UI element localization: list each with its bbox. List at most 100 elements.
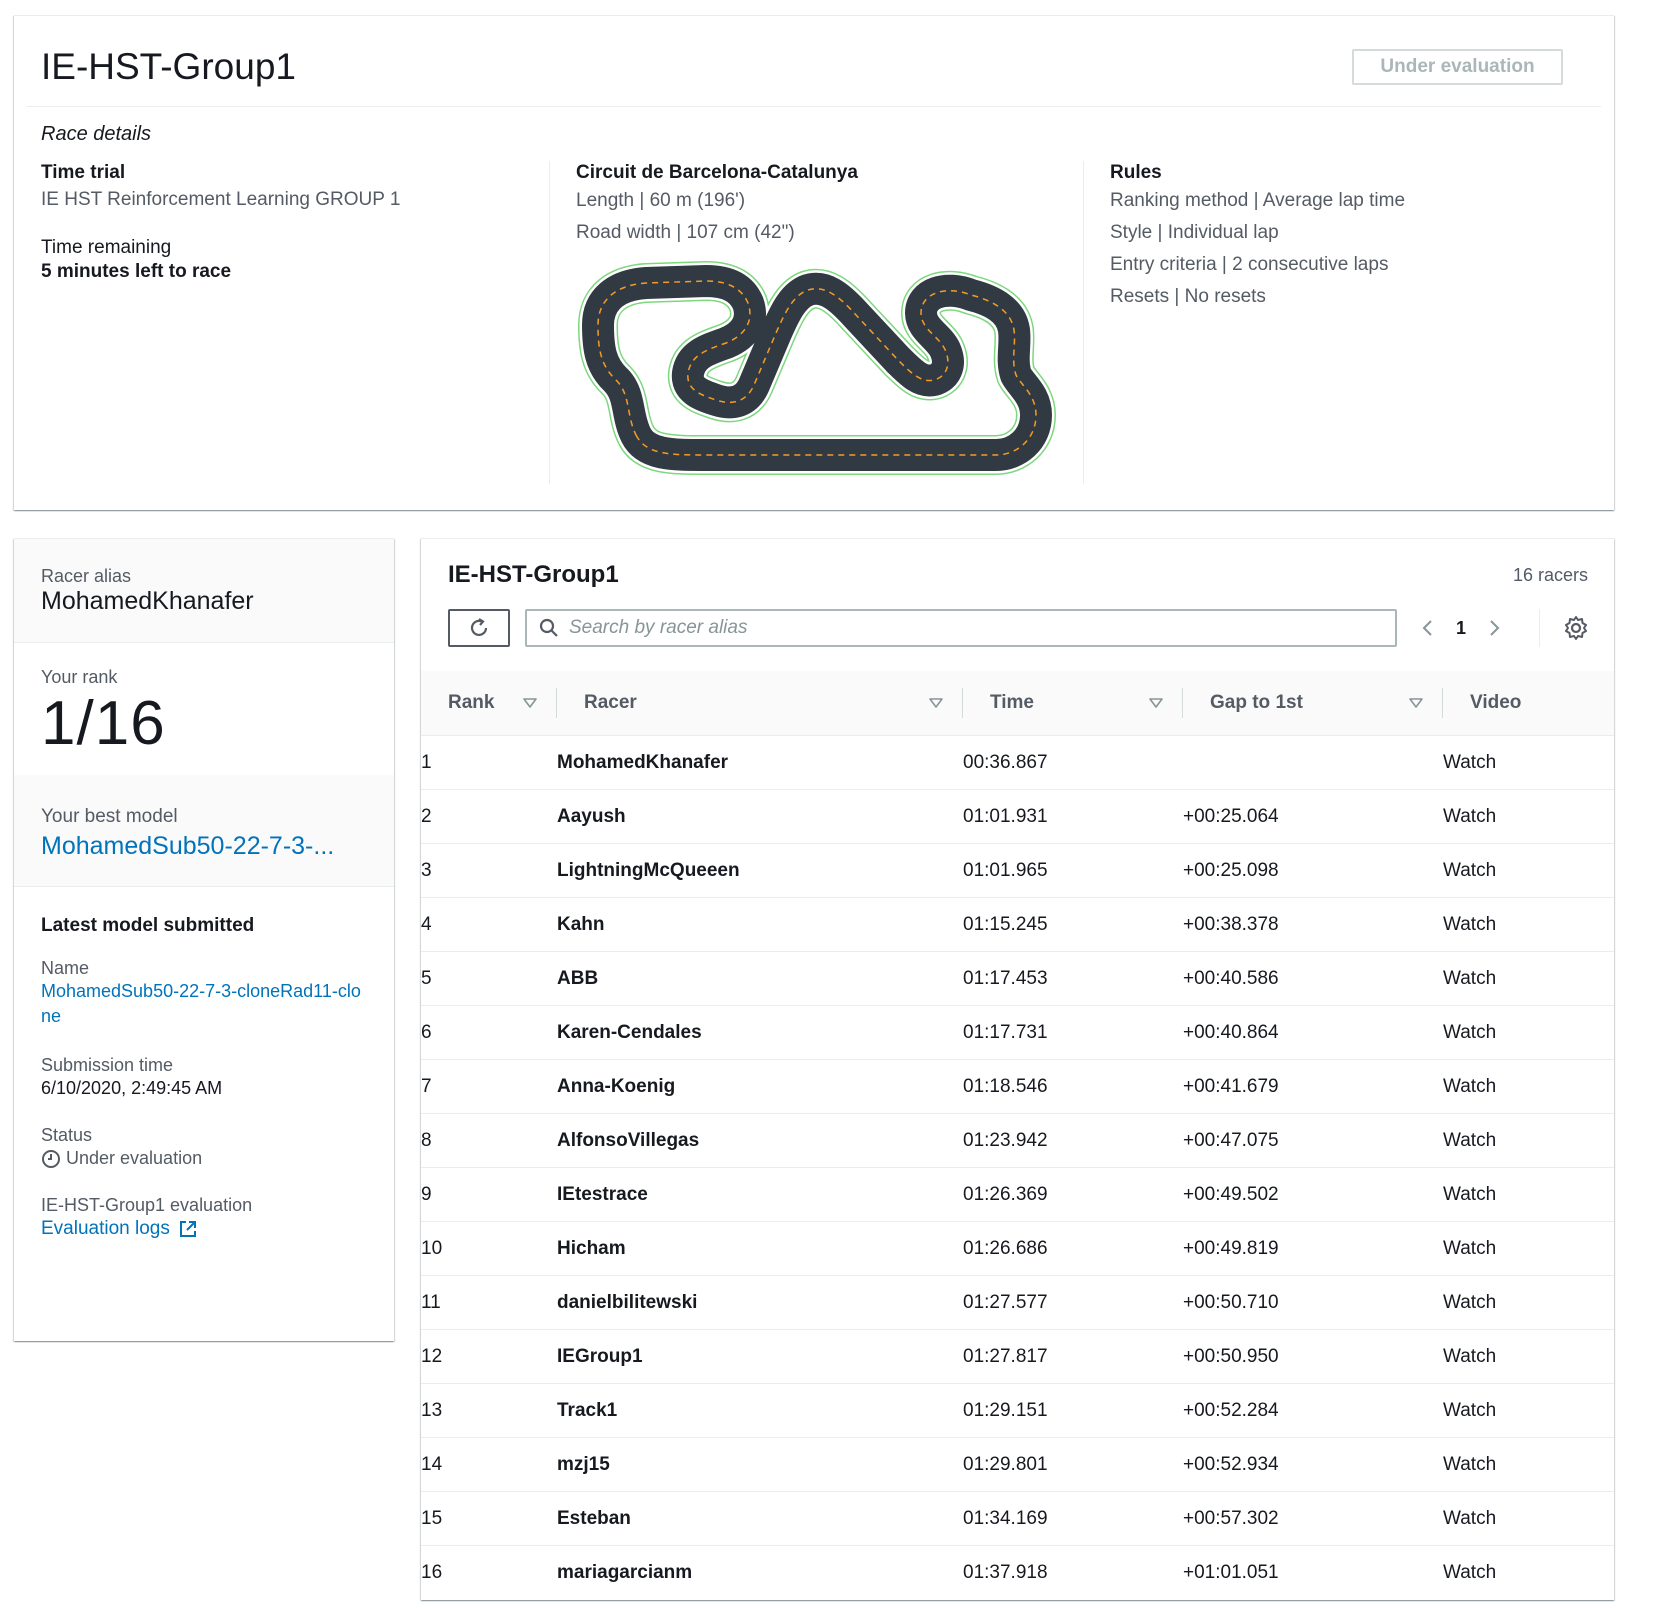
evaluation-label: IE-HST-Group1 evaluation xyxy=(41,1195,253,1215)
rank-cell: 10 xyxy=(421,1221,557,1276)
watch-link[interactable]: Watch xyxy=(1443,1546,1614,1600)
watch-link[interactable]: Watch xyxy=(1443,1437,1614,1492)
watch-link[interactable]: Watch xyxy=(1443,1329,1614,1384)
gap-cell: +00:50.710 xyxy=(1183,1275,1443,1330)
gap-cell: +00:25.098 xyxy=(1183,843,1443,898)
table-row: 6 Karen-Cendales 01:17.731 +00:40.864 Watch xyxy=(421,1005,1614,1060)
column-divider xyxy=(1083,161,1084,484)
table-row: 4 Kahn 01:15.245 +00:38.378 Watch xyxy=(421,897,1614,952)
watch-link[interactable]: Watch xyxy=(1443,1491,1614,1546)
track-map-image xyxy=(578,261,1056,475)
racer-alias-label: Racer alias xyxy=(41,566,132,586)
time-cell: 01:01.965 xyxy=(963,843,1183,898)
search-icon xyxy=(539,618,558,637)
watch-link[interactable]: Watch xyxy=(1443,843,1614,898)
chevron-right-icon[interactable] xyxy=(1483,617,1505,639)
watch-link[interactable]: Watch xyxy=(1443,951,1614,1006)
column-divider xyxy=(549,161,550,484)
watch-link[interactable]: Watch xyxy=(1443,1221,1614,1276)
racer-alias-block: Racer alias MohamedKhanafer xyxy=(14,539,394,642)
table-row: 7 Anna-Koenig 01:18.546 +00:41.679 Watch xyxy=(421,1059,1614,1114)
watch-link[interactable]: Watch xyxy=(1443,897,1614,952)
table-row: 13 Track1 01:29.151 +00:52.284 Watch xyxy=(421,1383,1614,1438)
under-evaluation-button[interactable]: Under evaluation xyxy=(1352,49,1563,85)
watch-link[interactable]: Watch xyxy=(1443,1167,1614,1222)
column-header-racer[interactable]: Racer xyxy=(557,671,963,736)
gap-cell: +00:52.934 xyxy=(1183,1437,1443,1492)
gap-cell: +00:40.864 xyxy=(1183,1005,1443,1060)
gap-cell: +00:25.064 xyxy=(1183,789,1443,844)
time-remaining-label: Time remaining xyxy=(41,237,172,258)
pagination-divider xyxy=(1539,609,1540,647)
table-header-row: Rank Racer Time Gap to 1st Video xyxy=(421,671,1614,736)
caret-down-icon[interactable] xyxy=(929,698,943,708)
racer-cell: mariagarcianm xyxy=(557,1561,693,1583)
external-link-icon[interactable] xyxy=(178,1219,198,1239)
clock-icon xyxy=(42,1149,60,1168)
watch-link[interactable]: Watch xyxy=(1443,789,1614,844)
gap-cell: +00:38.378 xyxy=(1183,897,1443,952)
racer-cell: Hicham xyxy=(557,1221,963,1276)
rank-cell: 13 xyxy=(421,1383,557,1438)
column-header-label: Racer xyxy=(584,692,637,713)
watch-link[interactable]: Watch xyxy=(1443,735,1614,790)
rank-cell: 11 xyxy=(421,1275,557,1330)
time-cell: 01:17.453 xyxy=(963,951,1183,1006)
caret-down-icon[interactable] xyxy=(1409,698,1423,708)
racer-cell: Esteban xyxy=(557,1491,963,1546)
leaderboard-panel: IE-HST-Group1 16 racers 1 xyxy=(421,538,1614,1600)
gap-cell: +00:49.502 xyxy=(1183,1167,1443,1222)
search-field[interactable] xyxy=(525,609,1397,647)
gap-cell: +00:52.284 xyxy=(1183,1383,1443,1438)
time-cell: 01:26.369 xyxy=(963,1167,1183,1222)
column-header-label: Time xyxy=(990,692,1035,713)
table-row: 8 AlfonsoVillegas 01:23.942 +00:47.075 Watch xyxy=(421,1113,1614,1168)
rules-column: Rules Ranking method | Average lap time … xyxy=(1110,161,1590,313)
racer-cell: danielbilitewski xyxy=(557,1275,963,1330)
watch-link[interactable]: Watch xyxy=(1443,1113,1614,1168)
watch-link[interactable]: Watch xyxy=(1443,1059,1614,1114)
rank-cell: 9 xyxy=(421,1167,557,1222)
watch-link[interactable]: Watch xyxy=(1443,1275,1614,1330)
best-model-block: Your best model MohamedSub50-22-7-3-... xyxy=(14,775,394,886)
model-name-label: Name xyxy=(41,958,90,978)
time-cell: 01:17.731 xyxy=(963,1005,1183,1060)
time-remaining-value: 5 minutes left to race xyxy=(41,261,232,282)
leaderboard-table: Rank Racer Time Gap to 1st Video 1 Moham… xyxy=(421,671,1614,1599)
race-type-heading: Time trial xyxy=(41,162,126,183)
best-model-link[interactable]: MohamedSub50-22-7-3-... xyxy=(41,832,394,861)
racer-cell: Karen-Cendales xyxy=(557,1005,963,1060)
page-number-button[interactable]: 1 xyxy=(1439,618,1483,639)
watch-link[interactable]: Watch xyxy=(1443,1383,1614,1438)
rank-cell: 16 xyxy=(421,1561,443,1583)
column-header-rank[interactable]: Rank xyxy=(421,671,557,736)
table-row: 9 IEtestrace 01:26.369 +00:49.502 Watch xyxy=(421,1167,1614,1222)
table-row: 1 MohamedKhanafer 00:36.867 Watch xyxy=(421,735,1614,790)
evaluation-logs-row[interactable]: Evaluation logs xyxy=(41,1218,394,1240)
time-cell: 01:23.942 xyxy=(963,1113,1183,1168)
racer-count: 16 racers xyxy=(1512,565,1588,585)
column-header-label: Rank xyxy=(448,692,495,713)
rank-cell: 14 xyxy=(421,1437,557,1492)
racer-cell: Kahn xyxy=(557,897,963,952)
table-row: 16 mariagarcianm 01:37.918 +01:01.051 Watch xyxy=(421,1546,1614,1600)
rank-cell: 6 xyxy=(421,1005,557,1060)
caret-down-icon[interactable] xyxy=(1149,698,1163,708)
rank-cell: 7 xyxy=(421,1059,557,1114)
gap-cell: +00:50.950 xyxy=(1183,1329,1443,1384)
column-header-time[interactable]: Time xyxy=(963,671,1183,736)
search-input[interactable] xyxy=(567,616,1391,640)
watch-link[interactable]: Watch xyxy=(1443,1005,1614,1060)
column-header-gap[interactable]: Gap to 1st xyxy=(1183,671,1443,736)
evaluation-logs-link[interactable]: Evaluation logs xyxy=(41,1218,170,1240)
race-details-label: Race details xyxy=(41,123,152,145)
model-name-link[interactable]: MohamedSub50-22-7-3-cloneRad11-clone xyxy=(41,979,361,1029)
refresh-button[interactable] xyxy=(448,609,510,647)
gear-icon[interactable] xyxy=(1563,615,1589,641)
racer-cell: Aayush xyxy=(557,789,963,844)
table-row: 10 Hicham 01:26.686 +00:49.819 Watch xyxy=(421,1221,1614,1276)
gap-cell: +01:01.051 xyxy=(1183,1561,1279,1583)
caret-down-icon[interactable] xyxy=(523,698,537,708)
chevron-left-icon[interactable] xyxy=(1417,617,1439,639)
rank-value: 1/16 xyxy=(41,689,166,758)
